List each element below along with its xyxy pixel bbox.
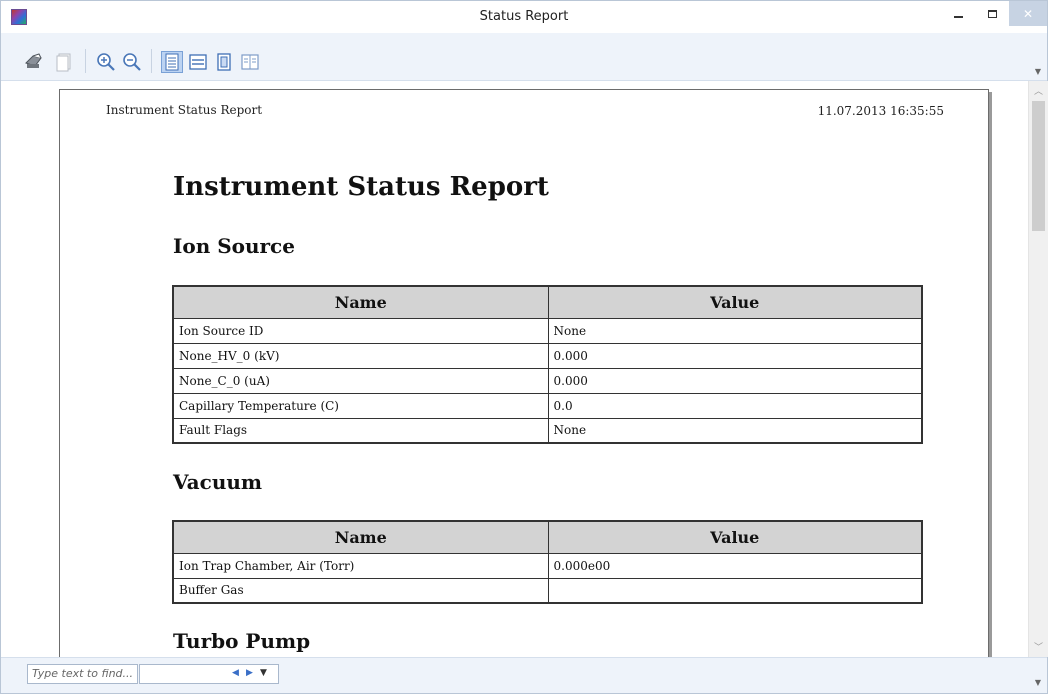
scroll-up-icon[interactable]: ︿	[1029, 83, 1048, 101]
copy-button[interactable]	[53, 51, 75, 73]
table-row: Ion Trap Chamber, Air (Torr) 0.000e00	[172, 552, 923, 579]
row-name: Buffer Gas	[172, 577, 549, 604]
print-button[interactable]	[23, 51, 45, 73]
column-header-value: Value	[547, 285, 923, 319]
section-title-vacuum: Vacuum	[173, 470, 263, 494]
vacuum-table: Name Value Ion Trap Chamber, Air (Torr) …	[172, 520, 923, 604]
row-value	[547, 577, 923, 604]
zoom-out-icon	[123, 53, 141, 71]
row-name: Ion Source ID	[172, 317, 549, 344]
copy-icon	[56, 53, 71, 72]
window-title: Status Report	[479, 9, 569, 24]
ion-source-table: Name Value Ion Source ID None None_HV_0 …	[172, 285, 923, 444]
table-row: Buffer Gas	[172, 577, 923, 604]
title-bar: Status Report ✕	[1, 1, 1047, 33]
whole-page-button[interactable]	[161, 51, 183, 73]
column-header-value: Value	[547, 520, 923, 554]
report-page: Instrument Status Report 11.07.2013 16:3…	[59, 89, 989, 657]
row-value: 0.000e00	[547, 552, 923, 579]
toolbar-separator	[85, 49, 86, 73]
row-value: 0.000	[547, 342, 923, 369]
single-page-icon	[217, 53, 231, 71]
column-header-name: Name	[172, 520, 549, 554]
toolbar-overflow-icon[interactable]: ▼	[1035, 67, 1041, 76]
maximize-button[interactable]	[975, 1, 1009, 26]
page-header-timestamp: 11.07.2013 16:35:55	[817, 104, 944, 118]
two-pages-icon	[241, 54, 259, 70]
find-previous-icon[interactable]: ◀	[232, 668, 239, 678]
findbar-overflow-icon[interactable]: ▼	[1035, 678, 1041, 687]
row-name: Ion Trap Chamber, Air (Torr)	[172, 552, 549, 579]
vertical-scrollbar[interactable]: ︿ ﹀	[1028, 81, 1048, 657]
table-row: Capillary Temperature (C) 0.0	[172, 392, 923, 419]
row-name: None_HV_0 (kV)	[172, 342, 549, 369]
two-pages-button[interactable]	[239, 51, 261, 73]
page-header-title: Instrument Status Report	[106, 103, 263, 117]
minimize-button[interactable]	[941, 1, 975, 26]
find-text-input[interactable]: Type text to find...	[27, 664, 138, 684]
zoom-in-button[interactable]	[95, 51, 117, 73]
scrollbar-thumb[interactable]	[1032, 101, 1045, 231]
single-page-button[interactable]	[213, 51, 235, 73]
column-header-name: Name	[172, 285, 549, 319]
zoom-out-button[interactable]	[121, 51, 143, 73]
page-width-button[interactable]	[187, 51, 209, 73]
document-preview[interactable]: Instrument Status Report 11.07.2013 16:3…	[1, 81, 1028, 657]
page-width-icon	[189, 54, 207, 70]
table-row: Ion Source ID None	[172, 317, 923, 344]
print-icon	[25, 53, 42, 68]
section-title-turbo-pump: Turbo Pump	[173, 629, 311, 653]
row-value: 0.0	[547, 392, 923, 419]
minimize-icon	[953, 15, 963, 18]
close-button[interactable]: ✕	[1009, 1, 1047, 26]
close-icon: ✕	[1022, 6, 1034, 21]
zoom-in-icon	[97, 53, 115, 71]
row-name: Capillary Temperature (C)	[172, 392, 549, 419]
find-bar: Type text to find... ◀ ▶ ▼ ▼	[1, 657, 1047, 693]
table-header-row: Name Value	[172, 520, 923, 554]
table-row: None_HV_0 (kV) 0.000	[172, 342, 923, 369]
toolbar: ▼	[1, 33, 1047, 81]
section-title-ion-source: Ion Source	[173, 234, 295, 258]
table-header-row: Name Value	[172, 285, 923, 319]
toolbar-separator	[151, 49, 152, 73]
whole-page-icon	[165, 53, 179, 71]
scroll-down-icon[interactable]: ﹀	[1029, 639, 1048, 657]
row-value: 0.000	[547, 367, 923, 394]
report-title: Instrument Status Report	[173, 172, 549, 202]
table-row: Fault Flags None	[172, 417, 923, 444]
find-options-dropdown-icon[interactable]: ▼	[260, 668, 267, 678]
status-report-window: Status Report ✕ ▼ Instrument Status Repo…	[0, 0, 1048, 694]
row-name: None_C_0 (uA)	[172, 367, 549, 394]
find-controls: ◀ ▶ ▼	[139, 664, 279, 684]
row-value: None	[547, 417, 923, 444]
maximize-icon	[987, 9, 997, 18]
table-row: None_C_0 (uA) 0.000	[172, 367, 923, 394]
find-next-icon[interactable]: ▶	[246, 668, 253, 678]
row-value: None	[547, 317, 923, 344]
row-name: Fault Flags	[172, 417, 549, 444]
